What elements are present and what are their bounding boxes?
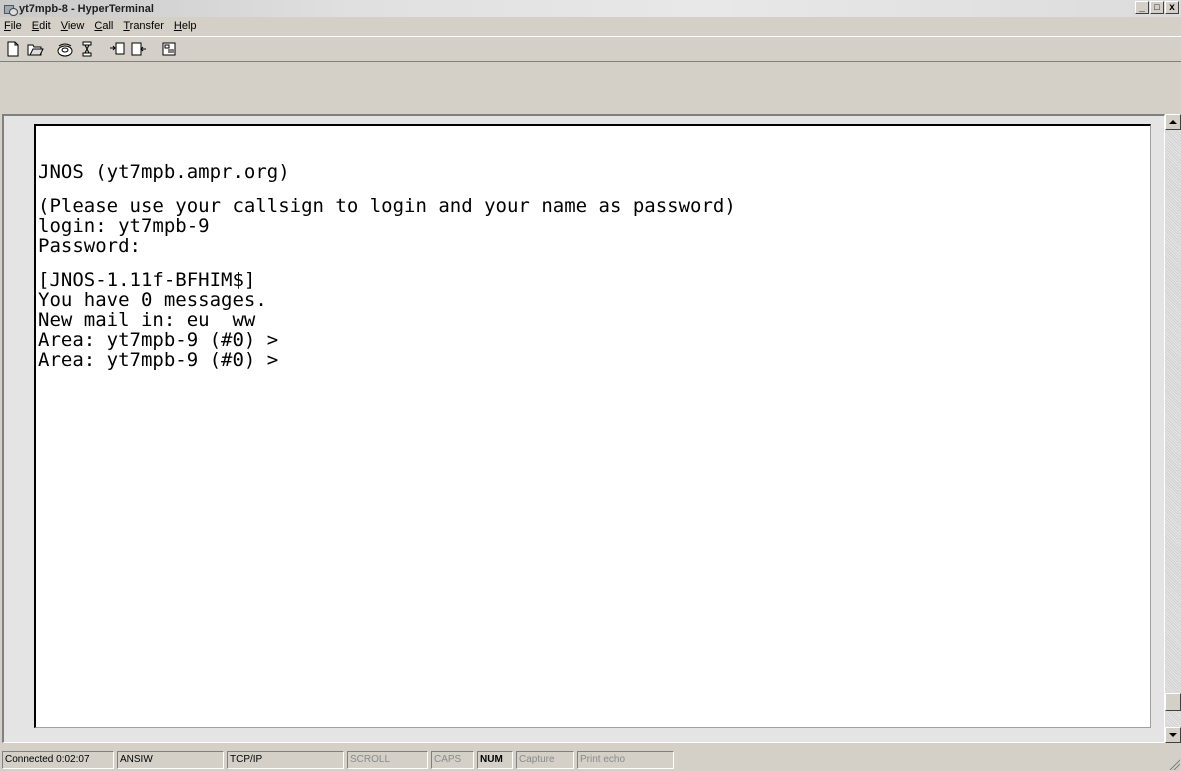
title-bar[interactable]: yt7mpb-8 - HyperTerminal _ □ x	[0, 0, 1181, 17]
status-num: NUM	[477, 750, 513, 769]
close-button[interactable]: x	[1165, 1, 1179, 14]
open-icon	[27, 44, 44, 56]
terminal-line: (Please use your callsign to login and y…	[38, 195, 736, 217]
arrow-down-icon	[1169, 733, 1177, 737]
menu-call[interactable]: Call	[89, 20, 118, 32]
disconnect-button[interactable]	[76, 39, 98, 59]
status-protocol: TCP/IP	[227, 750, 344, 769]
status-bar: Connected 0:02:07 ANSIW TCP/IP SCROLL CA…	[0, 748, 1181, 771]
send-button[interactable]	[106, 39, 128, 59]
status-print-echo: Print echo	[577, 750, 674, 769]
terminal-screen[interactable]: JNOS (yt7mpb.ampr.org) (Please use your …	[34, 124, 1151, 728]
status-emulation: ANSIW	[117, 750, 224, 769]
maximize-icon: □	[1154, 2, 1160, 12]
terminal-line: Password:	[38, 235, 141, 257]
scroll-thumb[interactable]	[1165, 693, 1181, 711]
minimize-button[interactable]: _	[1135, 1, 1149, 14]
menu-file[interactable]: File	[0, 20, 27, 32]
properties-button[interactable]	[158, 39, 180, 59]
status-caps: CAPS	[431, 750, 474, 769]
status-capture: Capture	[516, 750, 574, 769]
terminal-line: Area: yt7mpb-9 (#0) >	[38, 329, 279, 351]
maximize-button[interactable]: □	[1150, 1, 1164, 14]
status-connected: Connected 0:02:07	[2, 750, 114, 769]
menu-edit[interactable]: Edit	[27, 20, 56, 32]
receive-button[interactable]	[128, 39, 150, 59]
arrow-up-icon	[1169, 120, 1177, 124]
call-button[interactable]	[54, 39, 76, 59]
terminal-output: JNOS (yt7mpb.ampr.org) (Please use your …	[36, 162, 1136, 370]
new-connection-button[interactable]	[2, 39, 24, 59]
terminal-line: You have 0 messages.	[38, 289, 267, 311]
send-icon	[110, 42, 125, 55]
menu-help[interactable]: Help	[169, 20, 202, 32]
menu-view[interactable]: View	[56, 20, 90, 32]
status-scroll: SCROLL	[347, 750, 428, 769]
receive-icon	[131, 42, 146, 56]
terminal-line: login: yt7mpb-9	[38, 215, 210, 237]
resize-grip-icon[interactable]	[1168, 758, 1180, 770]
new-icon	[7, 41, 19, 57]
menu-bar: File Edit View Call Transfer Help	[0, 17, 1181, 35]
disconnect-icon	[82, 41, 92, 57]
scroll-up-button[interactable]	[1165, 114, 1181, 130]
call-icon	[57, 43, 73, 57]
properties-icon	[162, 42, 176, 56]
open-button[interactable]	[24, 39, 46, 59]
terminal-line: New mail in: eu ww	[38, 309, 256, 331]
toolbar	[0, 36, 1181, 62]
hyperterminal-app-icon[interactable]	[3, 3, 18, 16]
hyperterminal-window: yt7mpb-8 - HyperTerminal _ □ x File Edit…	[0, 0, 1181, 771]
terminal-line: Area: yt7mpb-9 (#0) >	[38, 349, 279, 371]
window-title: yt7mpb-8 - HyperTerminal	[19, 2, 154, 15]
scroll-down-button[interactable]	[1165, 727, 1181, 743]
vertical-scrollbar[interactable]	[1165, 114, 1181, 743]
scroll-track[interactable]	[1165, 130, 1181, 727]
terminal-line: JNOS (yt7mpb.ampr.org)	[38, 161, 290, 183]
terminal-line: [JNOS-1.11f-BFHIM$]	[38, 269, 256, 291]
menu-transfer[interactable]: Transfer	[118, 20, 169, 32]
